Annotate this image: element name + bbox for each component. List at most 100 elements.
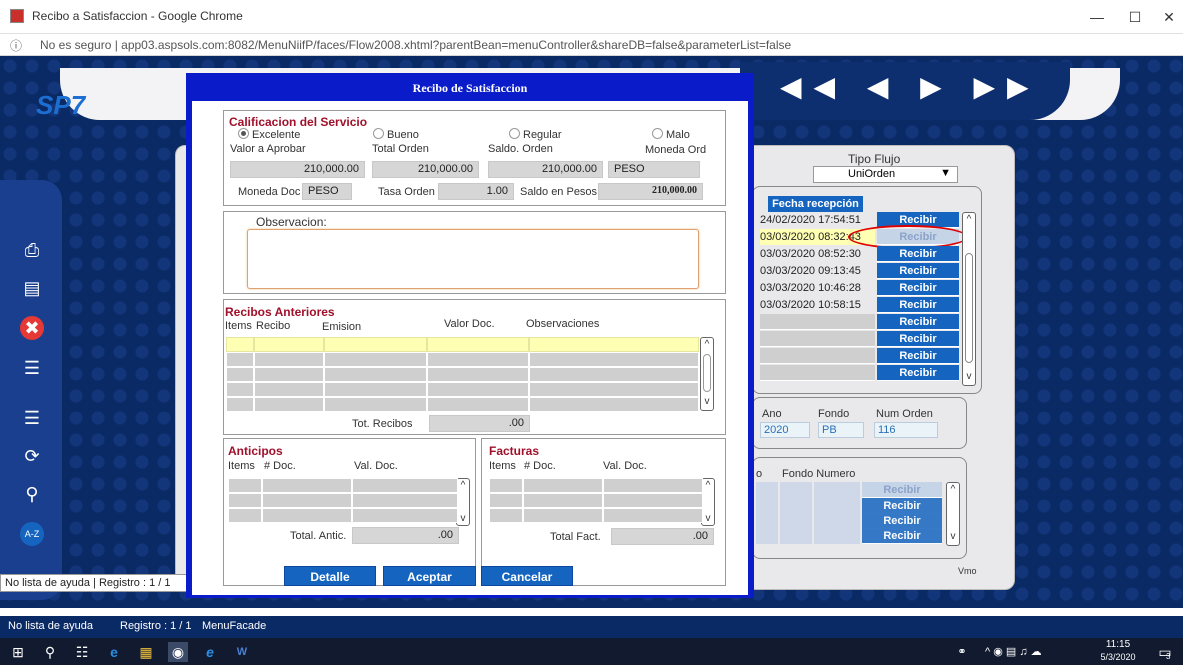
detalle-button[interactable]: Detalle — [284, 566, 376, 586]
recibos-scrollbar[interactable]: ^ v — [700, 337, 714, 411]
grid-cell[interactable] — [529, 367, 699, 382]
scroll-up-icon[interactable]: ^ — [457, 480, 469, 492]
grid-cell[interactable] — [228, 493, 262, 508]
remove-record-icon[interactable]: ☰ — [20, 406, 44, 430]
observacion-textarea[interactable] — [247, 229, 699, 289]
grid-cell[interactable] — [262, 508, 352, 523]
grid-cell[interactable] — [324, 382, 427, 397]
valor-aprobar-field[interactable]: 210,000.00 — [230, 161, 365, 178]
grid-cell[interactable] — [324, 337, 427, 352]
grid-cell[interactable] — [226, 367, 254, 382]
cancelar-button[interactable]: Cancelar — [481, 566, 573, 586]
grid-cell[interactable] — [489, 508, 523, 523]
scroll-down-icon[interactable]: v — [701, 396, 713, 408]
grid-cell[interactable] — [262, 493, 352, 508]
aceptar-button[interactable]: Aceptar — [383, 566, 476, 586]
grid-cell[interactable] — [254, 367, 324, 382]
grid-cell[interactable] — [254, 337, 324, 352]
lower-recibir-button-4[interactable]: Recibir — [862, 528, 942, 544]
grid-cell[interactable] — [603, 508, 703, 523]
grid-cell[interactable] — [427, 367, 529, 382]
lower-recibir-button-2[interactable]: Recibir — [862, 498, 942, 514]
ano-field[interactable]: 2020 — [760, 422, 810, 438]
refresh-icon[interactable]: ⟳ — [20, 444, 44, 468]
save-icon[interactable]: ▤ — [20, 276, 44, 300]
radio-bueno[interactable]: Bueno — [373, 128, 419, 141]
recibir-button[interactable]: Recibir — [877, 365, 959, 381]
grid-cell[interactable] — [324, 352, 427, 367]
grid-cell[interactable] — [226, 352, 254, 367]
grid-cell[interactable] — [262, 478, 352, 493]
search-doc-icon[interactable]: ⚲ — [20, 482, 44, 506]
grid-cell[interactable] — [523, 493, 603, 508]
grid-cell[interactable] — [352, 478, 458, 493]
scroll-up-icon[interactable]: ^ — [947, 484, 959, 496]
num-orden-field[interactable]: 116 — [874, 422, 938, 438]
grid-cell[interactable] — [427, 337, 529, 352]
url-text[interactable]: No es seguro | app03.aspsols.com:8082/Me… — [40, 38, 791, 52]
edge-icon[interactable]: e — [104, 642, 124, 662]
sort-az-icon[interactable]: A-Z — [20, 522, 44, 546]
reception-date[interactable]: 03/03/2020 10:46:28 — [760, 280, 875, 296]
grid-cell[interactable] — [254, 397, 324, 412]
scroll-up-icon[interactable]: ^ — [702, 480, 714, 492]
minimize-icon[interactable]: — — [1080, 6, 1114, 28]
grid-cell[interactable] — [352, 493, 458, 508]
reception-scrollbar[interactable]: ^ v — [962, 212, 976, 386]
grid-cell[interactable] — [489, 478, 523, 493]
radio-malo[interactable]: Malo — [652, 128, 690, 141]
facturas-scrollbar[interactable]: ^ v — [701, 478, 715, 526]
radio-excelente[interactable]: Excelente — [238, 128, 300, 141]
word-icon[interactable]: W — [232, 642, 252, 662]
scroll-up-icon[interactable]: ^ — [963, 214, 975, 226]
file-explorer-icon[interactable]: ▦ — [136, 642, 156, 662]
recibir-button[interactable]: Recibir — [877, 331, 959, 347]
grid-cell[interactable] — [352, 508, 458, 523]
info-icon[interactable]: ⓘ — [10, 37, 22, 54]
grid-cell[interactable] — [254, 382, 324, 397]
maximize-icon[interactable]: ☐ — [1118, 6, 1152, 28]
grid-cell[interactable] — [523, 478, 603, 493]
grid-cell[interactable] — [489, 493, 523, 508]
recibir-button[interactable]: Recibir — [877, 348, 959, 364]
grid-cell[interactable] — [228, 508, 262, 523]
scroll-up-icon[interactable]: ^ — [701, 339, 713, 351]
grid-cell[interactable] — [324, 397, 427, 412]
grid-cell[interactable] — [603, 493, 703, 508]
notifications-icon[interactable]: ▭ — [1155, 642, 1175, 662]
grid-cell[interactable] — [529, 352, 699, 367]
close-window-icon[interactable]: ✕ — [1152, 6, 1183, 28]
address-bar[interactable]: ⓘ No es seguro | app03.aspsols.com:8082/… — [0, 34, 1183, 56]
grid-cell[interactable] — [523, 508, 603, 523]
lower-recibir-button-3[interactable]: Recibir — [862, 513, 942, 529]
scroll-down-icon[interactable]: v — [702, 513, 714, 525]
reception-date[interactable]: 03/03/2020 09:13:45 — [760, 263, 875, 279]
scroll-thumb[interactable] — [965, 253, 973, 363]
grid-cell[interactable] — [427, 382, 529, 397]
grid-cell[interactable] — [603, 478, 703, 493]
task-view-icon[interactable]: ☷ — [72, 642, 92, 662]
fondo-scrollbar[interactable]: ^ v — [946, 482, 960, 546]
grid-cell[interactable] — [427, 352, 529, 367]
people-icon[interactable]: ⚭ — [952, 642, 972, 662]
windows-start-icon[interactable]: ⊞ — [8, 642, 28, 662]
grid-cell[interactable] — [226, 397, 254, 412]
anticipos-scrollbar[interactable]: ^ v — [456, 478, 470, 526]
chrome-icon[interactable]: ◉ — [168, 642, 188, 662]
grid-cell[interactable] — [529, 397, 699, 412]
grid-cell[interactable] — [427, 397, 529, 412]
reception-date[interactable]: 03/03/2020 10:58:15 — [760, 297, 875, 313]
scroll-down-icon[interactable]: v — [963, 371, 975, 383]
lower-recibir-button-1[interactable]: Recibir — [862, 482, 942, 498]
grid-cell[interactable] — [226, 382, 254, 397]
recibir-button[interactable]: Recibir — [877, 246, 959, 262]
grid-cell[interactable] — [254, 352, 324, 367]
ie-icon[interactable]: e — [200, 642, 220, 662]
print-icon[interactable]: ⎙ — [20, 238, 44, 262]
system-tray-icons[interactable]: ^ ◉ ▤ ♫ ☁ — [985, 642, 1055, 662]
fondo-field[interactable]: PB — [818, 422, 864, 438]
grid-cell[interactable] — [228, 478, 262, 493]
recibir-button[interactable]: Recibir — [877, 297, 959, 313]
scroll-thumb[interactable] — [703, 354, 711, 392]
recibir-button[interactable]: Recibir — [877, 280, 959, 296]
